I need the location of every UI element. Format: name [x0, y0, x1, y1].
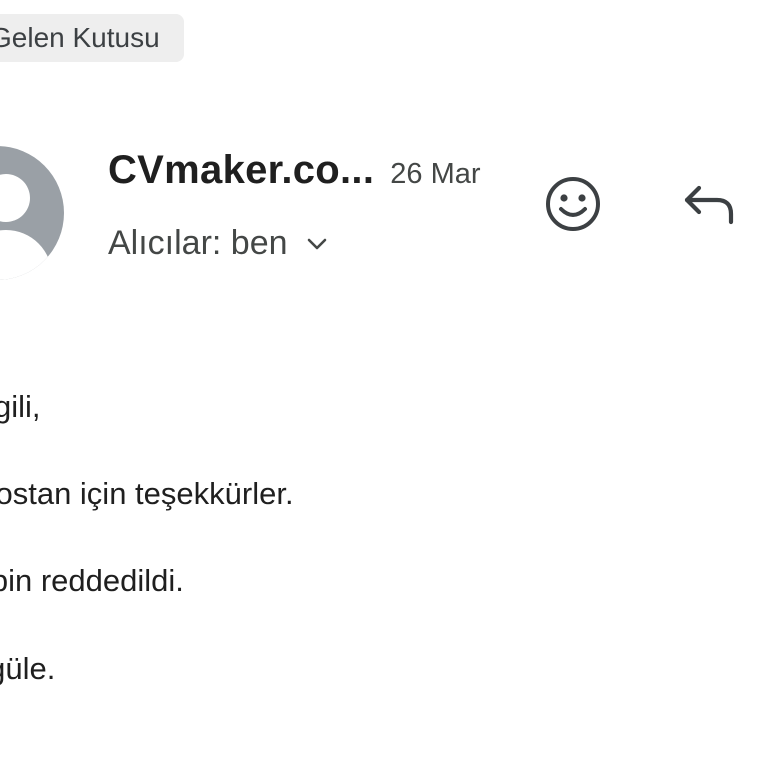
- body-text-3: Talebin reddedildi.: [0, 563, 184, 598]
- body-line-farewell: Güle güle.: [0, 651, 55, 687]
- sender-row: CVmaker.co... 26 Mar: [108, 148, 481, 193]
- recipients-label: Alıcılar: ben: [108, 224, 288, 262]
- recipients-toggle[interactable]: Alıcılar: ben: [108, 224, 328, 263]
- body-line-rejection: Talebin reddedildi.: [0, 563, 184, 599]
- avatar-body-shape: [0, 230, 52, 280]
- inbox-label-text: Gelen Kutusu: [0, 22, 160, 53]
- avatar-head-shape: [0, 174, 30, 222]
- inbox-label-chip[interactable]: Gelen Kutusu: [0, 14, 184, 62]
- body-text-4: Güle güle.: [0, 651, 56, 686]
- body-line-greeting: İlgilin ilgili,: [0, 389, 41, 425]
- reply-button[interactable]: [675, 172, 739, 236]
- sender-name[interactable]: CVmaker.co...: [108, 148, 374, 193]
- reply-arrow-icon: [684, 185, 734, 225]
- chevron-down-icon: [306, 233, 328, 255]
- email-view: Gelen Kutusu CVmaker.co... 26 Mar Alıcıl…: [0, 0, 768, 768]
- message-date: 26 Mar: [390, 158, 481, 190]
- body-text-1: İlgilin ilgili,: [0, 389, 41, 424]
- body-text-2: Yaptostan için teşekkürler.: [0, 476, 294, 511]
- sender-avatar[interactable]: [0, 146, 64, 280]
- smiley-emoji-icon: [546, 177, 600, 231]
- body-line-thanks: Yaptostan için teşekkürler.: [0, 476, 294, 512]
- add-reaction-button[interactable]: [541, 172, 605, 236]
